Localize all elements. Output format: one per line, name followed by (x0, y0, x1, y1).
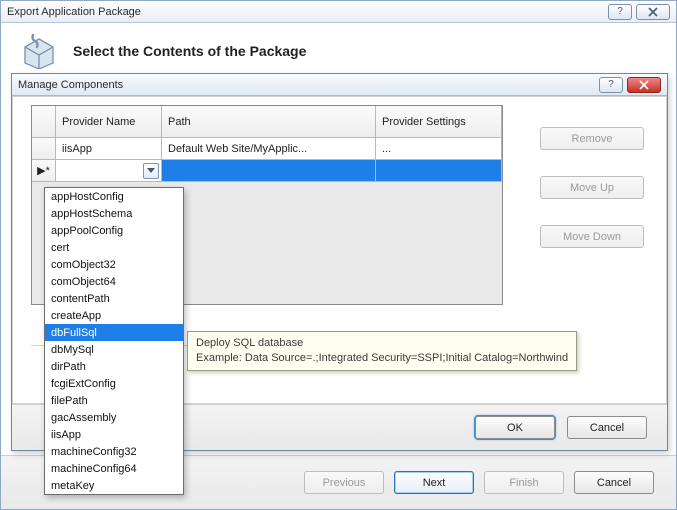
ok-button[interactable]: OK (475, 416, 555, 439)
inner-window-title: Manage Components (18, 79, 595, 91)
cancel-button[interactable]: Cancel (574, 471, 654, 494)
provider-combo-cell[interactable] (56, 160, 162, 182)
cell-path-new[interactable] (162, 160, 376, 182)
close-icon (639, 80, 649, 90)
provider-dropdown-list[interactable]: appHostConfigappHostSchemaappPoolConfigc… (44, 187, 184, 495)
close-icon (648, 7, 658, 17)
inner-cancel-button[interactable]: Cancel (567, 416, 647, 439)
help-button[interactable]: ? (608, 4, 632, 20)
column-header-path[interactable]: Path (162, 106, 376, 138)
next-button[interactable]: Next (394, 471, 474, 494)
outer-window-title: Export Application Package (7, 6, 604, 18)
column-header-provider[interactable]: Provider Name (56, 106, 162, 138)
inner-close-button[interactable] (627, 77, 661, 93)
export-package-window: Export Application Package ? Select the … (0, 0, 677, 510)
remove-button: Remove (540, 127, 644, 150)
tooltip-line2: Example: Data Source=.;Integrated Securi… (196, 351, 568, 366)
dropdown-item[interactable]: createApp (45, 307, 183, 324)
outer-titlebar: Export Application Package ? (1, 1, 676, 23)
close-button[interactable] (636, 4, 670, 20)
cell-settings-new[interactable] (376, 160, 502, 182)
package-icon (19, 33, 59, 69)
row-header-blank (32, 106, 56, 138)
page-heading: Select the Contents of the Package (73, 43, 306, 59)
cell-path[interactable]: Default Web Site/MyApplic... (162, 138, 376, 160)
tooltip: Deploy SQL database Example: Data Source… (187, 331, 577, 371)
move-down-button: Move Down (540, 225, 644, 248)
dropdown-item[interactable]: comObject32 (45, 256, 183, 273)
row-header (32, 138, 56, 160)
dropdown-item[interactable]: cert (45, 239, 183, 256)
dropdown-item[interactable]: comObject64 (45, 273, 183, 290)
inner-titlebar: Manage Components ? (12, 74, 667, 96)
dropdown-item[interactable]: machineConfig32 (45, 443, 183, 460)
cell-provider[interactable]: iisApp (56, 138, 162, 160)
dropdown-item[interactable]: dirPath (45, 358, 183, 375)
inner-help-button[interactable]: ? (599, 77, 623, 93)
dropdown-item[interactable]: appHostSchema (45, 205, 183, 222)
chevron-down-icon (147, 168, 155, 173)
dropdown-item[interactable]: filePath (45, 392, 183, 409)
dropdown-item[interactable]: gacAssembly (45, 409, 183, 426)
dropdown-item[interactable]: machineConfig64 (45, 460, 183, 477)
side-buttons: Remove Move Up Move Down (540, 127, 644, 248)
dropdown-item[interactable]: fcgiExtConfig (45, 375, 183, 392)
grid-row[interactable]: iisApp Default Web Site/MyApplic... ... (32, 138, 502, 160)
outer-header: Select the Contents of the Package (1, 23, 676, 79)
finish-button: Finish (484, 471, 564, 494)
column-header-settings[interactable]: Provider Settings (376, 106, 502, 138)
dropdown-item[interactable]: appHostConfig (45, 188, 183, 205)
new-row-marker: ▶* (32, 160, 56, 182)
dropdown-item[interactable]: contentPath (45, 290, 183, 307)
dropdown-item[interactable]: metaKey (45, 477, 183, 494)
provider-dropdown-button[interactable] (143, 163, 159, 179)
dropdown-item[interactable]: dbMySql (45, 341, 183, 358)
cell-settings[interactable]: ... (376, 138, 502, 160)
previous-button: Previous (304, 471, 384, 494)
move-up-button: Move Up (540, 176, 644, 199)
dropdown-item[interactable]: dbFullSql (45, 324, 183, 341)
dropdown-item[interactable]: iisApp (45, 426, 183, 443)
grid-new-row[interactable]: ▶* (32, 160, 502, 182)
dropdown-item[interactable]: appPoolConfig (45, 222, 183, 239)
tooltip-line1: Deploy SQL database (196, 336, 568, 351)
grid-header-row: Provider Name Path Provider Settings (32, 106, 502, 138)
